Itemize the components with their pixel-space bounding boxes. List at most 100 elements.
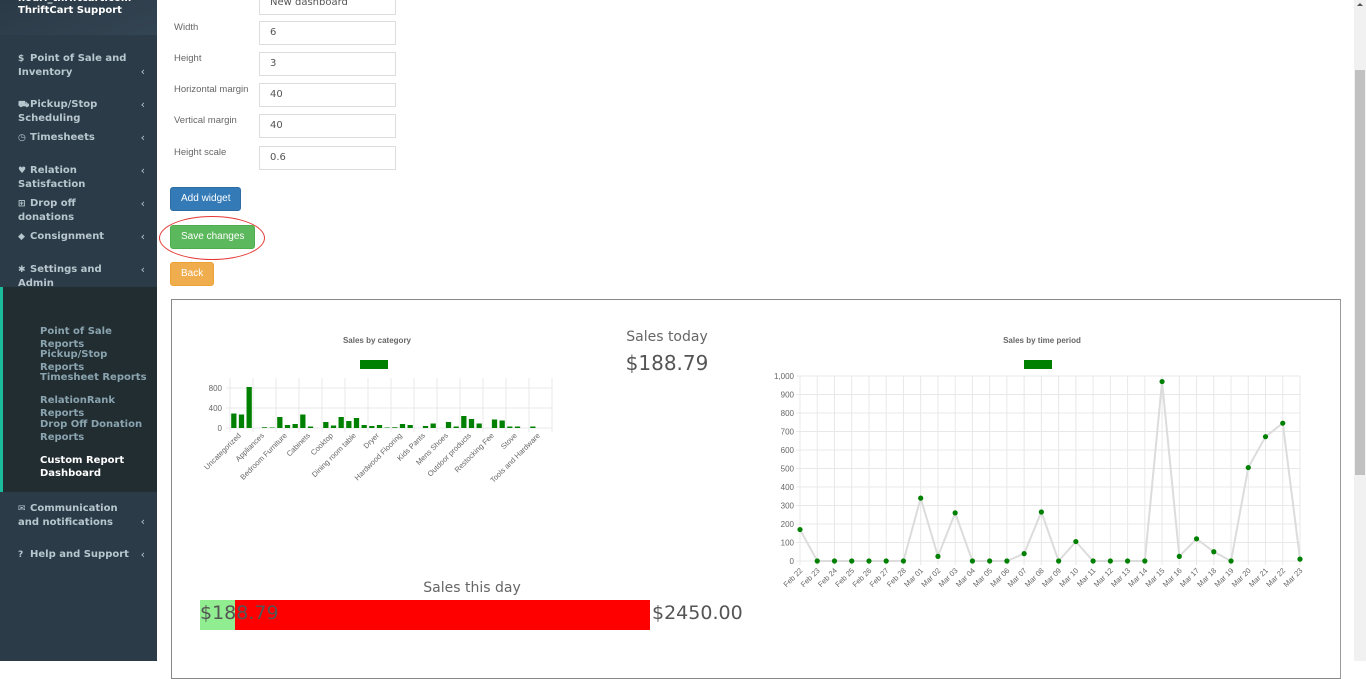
sidebar-item-settings-and-admin[interactable]: ✱ Settings and Admin ‹ xyxy=(0,263,157,290)
line-chart-ytick-label: 0 xyxy=(790,557,795,566)
bar-chart-bar xyxy=(284,425,291,428)
line-chart-ytick-label: 200 xyxy=(781,520,795,529)
sidebar-item-label: Pickup/Stop Scheduling xyxy=(18,99,98,124)
sidebar-item-communication-and-notifications[interactable]: ✉ Communication and notifications ‹ xyxy=(0,502,157,529)
line-chart-point xyxy=(866,558,872,564)
sidebar-item-label: Settings and Admin xyxy=(18,264,102,289)
field-label-height: Height xyxy=(174,53,202,64)
width-input[interactable]: 6 xyxy=(259,21,396,45)
line-chart-xtick-label: Mar 23 xyxy=(1282,566,1305,589)
line-chart-point xyxy=(918,495,924,501)
bar-chart-xtick-label: Uncategorized xyxy=(202,431,243,472)
bar-chart-bar xyxy=(261,427,268,428)
line-chart-ytick-label: 1,000 xyxy=(774,372,795,381)
field-label-height-scale: Height scale xyxy=(174,147,227,158)
back-button[interactable]: Back xyxy=(170,262,215,286)
bar-chart-bar xyxy=(499,420,505,428)
sidebar-item-label: Consignment xyxy=(30,231,105,242)
sales-this-day-title: Sales this day xyxy=(423,580,521,596)
line-chart-point xyxy=(1021,551,1027,557)
line-chart-point xyxy=(1262,434,1269,440)
sidebar-item-consignment[interactable]: ◆ Consignment ‹ xyxy=(0,230,157,244)
sidebar-item-label: Timesheets xyxy=(30,132,95,143)
bar-chart-ytick-label: 0 xyxy=(218,424,223,433)
vertical-scrollbar[interactable] xyxy=(1354,0,1366,661)
chevron-left-icon: ‹ xyxy=(140,98,145,111)
bar-chart-bar xyxy=(422,426,429,428)
bar-chart-bar xyxy=(453,426,459,428)
user-panel: hourl_thriftcart.com ThriftCart Support xyxy=(0,0,157,35)
bar-chart-bar xyxy=(323,422,329,428)
line-chart-point xyxy=(831,558,838,564)
line-chart-point xyxy=(1228,558,1234,564)
submenu-item-relationrank-reports[interactable]: RelationRank Reports xyxy=(40,394,150,420)
bar-chart-bar xyxy=(300,414,306,428)
chevron-left-icon: ‹ xyxy=(140,197,145,210)
line-chart-point xyxy=(849,558,855,564)
sidebar-item-relation-satisfaction[interactable]: ♥ Relation Satisfaction ‹ xyxy=(0,164,157,191)
sidebar: hourl_thriftcart.com ThriftCart Support … xyxy=(0,0,157,661)
sales-today-title: Sales today xyxy=(626,329,708,345)
bar-chart-bar xyxy=(353,418,360,428)
bar-chart-bar xyxy=(277,417,283,428)
line-chart-ytick-label: 800 xyxy=(781,409,795,418)
sidebar-item-timesheets[interactable]: ◷ Timesheets ‹ xyxy=(0,131,157,145)
submenu-item-timesheet-reports[interactable]: Timesheet Reports xyxy=(40,371,150,384)
bar-chart-bar xyxy=(430,423,436,428)
bar-chart-bar xyxy=(361,425,367,428)
sales-gauge-bar: $188.79 xyxy=(200,600,650,630)
sidebar-item-pickup-stop-scheduling[interactable]: ⛟Pickup/Stop Scheduling ‹ xyxy=(0,98,157,125)
line-chart-point xyxy=(814,558,820,564)
sidebar-item-label: Help and Support xyxy=(30,549,129,560)
line-chart-ytick-label: 400 xyxy=(781,483,795,492)
submenu-item-custom-report-dashboard[interactable]: Custom Report Dashboard xyxy=(40,454,150,480)
height-scale-input[interactable]: 0.6 xyxy=(259,146,396,170)
chevron-left-icon: ‹ xyxy=(140,65,145,78)
envelope-icon: ✉ xyxy=(18,504,26,514)
height-input[interactable]: 3 xyxy=(259,52,396,76)
bar-chart-bar xyxy=(376,425,383,428)
bar-chart-xtick-label: Stove xyxy=(499,431,519,451)
line-chart-point xyxy=(1004,558,1010,564)
bar-chart-bar xyxy=(399,424,406,428)
horizontal-margin-input[interactable]: 40 xyxy=(259,83,396,107)
line-chart-point xyxy=(1124,558,1131,564)
heart-icon: ♥ xyxy=(18,166,27,176)
scroll-up-arrow-icon[interactable] xyxy=(1357,3,1363,6)
line-chart-ytick-label: 500 xyxy=(781,465,795,474)
save-changes-button[interactable]: Save changes xyxy=(170,225,256,249)
chevron-left-icon: ‹ xyxy=(140,131,145,144)
bar-chart-bar xyxy=(338,417,344,428)
sidebar-item-help-and-support[interactable]: ? Help and Support ‹ xyxy=(0,548,157,562)
line-chart-title: Sales by time period xyxy=(1003,336,1081,345)
bar-chart-bar xyxy=(246,387,252,428)
line-chart-ytick-label: 600 xyxy=(781,446,795,455)
scrollbar-thumb[interactable] xyxy=(1355,70,1365,475)
dashboard-name-input[interactable]: New dashboard xyxy=(259,0,396,15)
bar-chart-bar xyxy=(476,423,482,428)
line-chart-point xyxy=(1297,556,1303,562)
line-chart-point xyxy=(797,526,803,533)
line-chart-point xyxy=(935,553,941,559)
bar-chart-bar xyxy=(384,427,390,428)
vertical-margin-input[interactable]: 40 xyxy=(259,114,396,138)
bar-chart-ytick-label: 800 xyxy=(209,384,223,393)
sidebar-item-point-of-sale-and-inventory[interactable]: $ Point of Sale and Inventory ‹ xyxy=(0,52,157,79)
submenu-item-drop-off-donation-reports[interactable]: Drop Off Donation Reports xyxy=(40,418,150,444)
truck-icon: ⛟ xyxy=(18,100,30,110)
dollar-icon: $ xyxy=(18,54,25,64)
chevron-left-icon: ‹ xyxy=(140,230,145,243)
line-chart-point xyxy=(1280,420,1286,426)
gift-icon: ⊞ xyxy=(18,199,26,209)
sales-today-value: $188.79 xyxy=(625,351,709,375)
bar-chart-bar xyxy=(292,424,298,428)
sidebar-item-drop-off-donations[interactable]: ⊞ Drop off donations ‹ xyxy=(0,197,157,224)
bar-chart-bar xyxy=(307,426,314,428)
bar-chart-title: Sales by category xyxy=(342,336,412,345)
line-chart-ytick-label: 300 xyxy=(781,502,795,511)
bar-chart-bar xyxy=(392,427,398,428)
bar-chart-bar xyxy=(530,426,536,428)
bar-chart-xtick-label: Cabinets xyxy=(285,431,312,458)
add-widget-button[interactable]: Add widget xyxy=(170,187,242,211)
bar-chart-legend-swatch[interactable] xyxy=(360,360,388,369)
